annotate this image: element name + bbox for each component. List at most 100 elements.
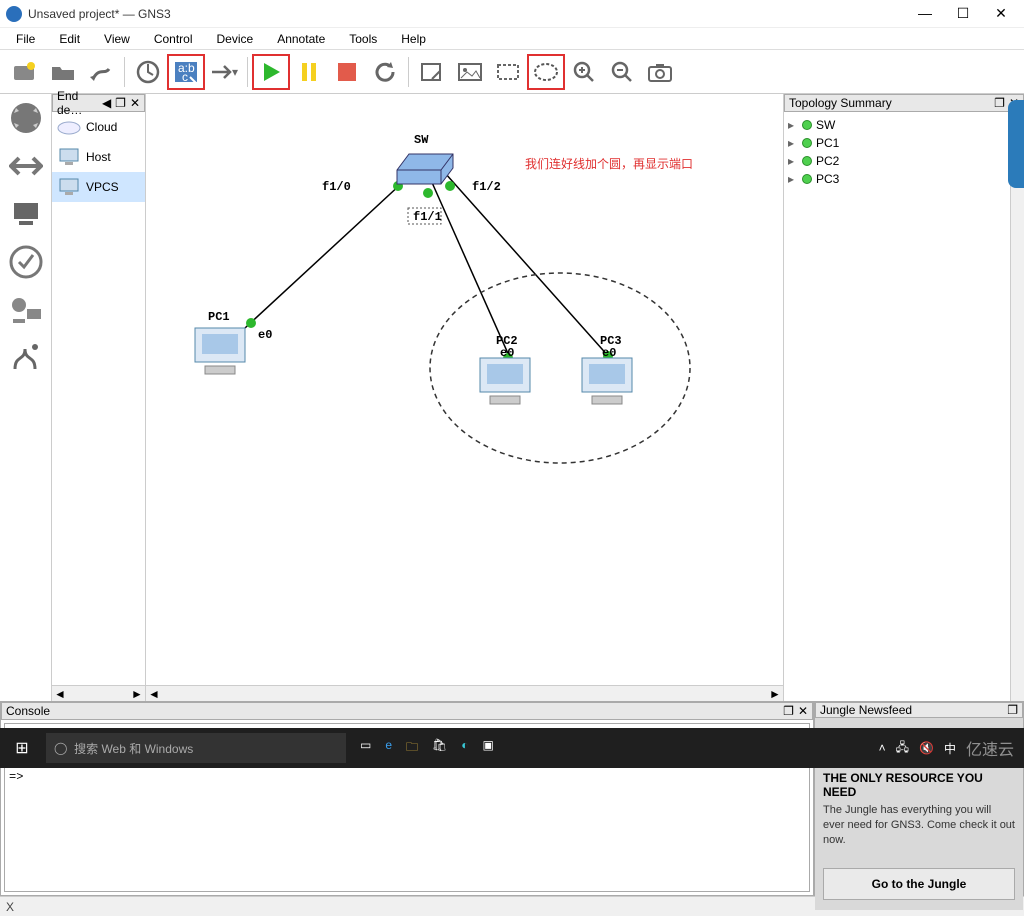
menu-control[interactable]: Control: [144, 30, 203, 48]
svg-text:f1/0: f1/0: [322, 180, 351, 194]
menu-device[interactable]: Device: [207, 30, 264, 48]
svg-text:f1/1: f1/1: [413, 210, 442, 224]
snapshot-button[interactable]: [641, 54, 679, 90]
device-cloud[interactable]: Cloud: [52, 112, 145, 142]
topology-vscroll[interactable]: [1010, 112, 1024, 701]
jungle-header: Jungle Newsfeed❐: [815, 702, 1023, 718]
taskbar-search[interactable]: ◯ 搜索 Web 和 Windows: [46, 733, 346, 763]
topology-tree[interactable]: ▸SW ▸PC1 ▸PC2 ▸PC3: [784, 112, 1010, 701]
tray-up-icon[interactable]: ˄: [879, 741, 886, 755]
all-devices-category-icon[interactable]: [6, 290, 46, 330]
topology-summary-panel: Topology Summary ❐✕ ▸SW ▸PC1 ▸PC2 ▸PC3: [784, 94, 1024, 701]
windows-taskbar[interactable]: ⊞ ◯ 搜索 Web 和 Windows ▭ e 🗀 🛍 ◐ ▣ ˄ 🖧 🔇 中…: [0, 728, 1024, 768]
panel-undock-icon[interactable]: ◀: [102, 96, 111, 110]
svg-text:SW: SW: [414, 133, 429, 147]
topology-summary-header: Topology Summary ❐✕: [784, 94, 1024, 112]
start-button[interactable]: ⊞: [0, 738, 44, 758]
watermark: 亿速云: [966, 736, 1014, 760]
minimize-button[interactable]: —: [916, 5, 934, 22]
reload-button[interactable]: [129, 54, 167, 90]
rect-button[interactable]: [489, 54, 527, 90]
switches-category-icon[interactable]: [6, 146, 46, 186]
new-project-button[interactable]: [6, 54, 44, 90]
canvas-hscroll[interactable]: ◄►: [146, 685, 783, 701]
svg-text:c: c: [182, 70, 188, 84]
menu-help[interactable]: Help: [391, 30, 436, 48]
zoom-in-button[interactable]: [565, 54, 603, 90]
panel-float-icon[interactable]: ❐: [115, 96, 126, 110]
ellipse-button[interactable]: [527, 54, 565, 90]
vpcs-icon: [56, 176, 82, 198]
status-dot-icon: [802, 120, 812, 130]
titlebar: Unsaved project* — GNS3 — ☐ ✕: [0, 0, 1024, 28]
status-dot-icon: [802, 174, 812, 184]
device-vpcs[interactable]: VPCS: [52, 172, 145, 202]
restart-button[interactable]: [366, 54, 404, 90]
jungle-headline: THE ONLY RESOURCE YOU NEED: [823, 771, 1015, 799]
end-devices-header: End de… ◀❐✕: [52, 94, 145, 112]
menu-view[interactable]: View: [94, 30, 140, 48]
zoom-out-button[interactable]: [603, 54, 641, 90]
network-icon[interactable]: 🖧: [896, 738, 909, 759]
note-button[interactable]: [413, 54, 451, 90]
end-devices-category-icon[interactable]: [6, 194, 46, 234]
close-button[interactable]: ✕: [992, 5, 1010, 22]
menu-annotate[interactable]: Annotate: [267, 30, 335, 48]
window-title: Unsaved project* — GNS3: [28, 7, 908, 21]
node-pc2: [480, 358, 530, 404]
device-host[interactable]: Host: [52, 142, 145, 172]
go-to-jungle-button[interactable]: Go to the Jungle: [823, 868, 1015, 900]
topology-item-pc1[interactable]: ▸PC1: [788, 134, 1006, 152]
svg-text:e0: e0: [258, 328, 272, 342]
routers-category-icon[interactable]: [6, 98, 46, 138]
ime-icon[interactable]: 中: [944, 740, 956, 757]
topology-item-sw[interactable]: ▸SW: [788, 116, 1006, 134]
status-dot-icon: [802, 156, 812, 166]
topology-canvas[interactable]: SW f1/0 f1/1 f1/2 PC1 e0 PC2 e0 PC3 e0 我…: [150, 98, 783, 685]
arrow-button[interactable]: ▾: [205, 54, 243, 90]
app-logo-icon: [6, 6, 22, 22]
svg-text:e0: e0: [602, 346, 616, 360]
node-pc1: [195, 328, 245, 374]
panel-close-icon[interactable]: ✕: [798, 704, 808, 718]
terminal-icon[interactable]: ▣: [483, 738, 494, 759]
end-devices-hscroll[interactable]: ◄►: [52, 685, 145, 701]
topology-canvas-panel: SW f1/0 f1/1 f1/2 PC1 e0 PC2 e0 PC3 e0 我…: [146, 94, 784, 701]
end-devices-panel: End de… ◀❐✕ Cloud Host VPCS ◄►: [52, 94, 146, 701]
menu-file[interactable]: File: [6, 30, 45, 48]
svg-text:f1/2: f1/2: [472, 180, 501, 194]
panel-float-icon[interactable]: ❐: [1007, 703, 1018, 717]
node-pc3: [582, 358, 632, 404]
panel-float-icon[interactable]: ❐: [994, 96, 1005, 110]
task-view-icon[interactable]: ▭: [360, 738, 371, 759]
open-button[interactable]: [44, 54, 82, 90]
browser-icon[interactable]: ◐: [461, 738, 468, 759]
store-icon[interactable]: 🛍: [432, 738, 447, 759]
explorer-icon[interactable]: 🗀: [406, 738, 418, 759]
menu-tools[interactable]: Tools: [339, 30, 387, 48]
menubar: File Edit View Control Device Annotate T…: [0, 28, 1024, 50]
pause-button[interactable]: [290, 54, 328, 90]
panel-close-icon[interactable]: ✕: [130, 96, 140, 110]
canvas-annotation: 我们连好线加个圆，再显示端口: [525, 156, 693, 172]
edge-icon[interactable]: e: [385, 738, 392, 759]
maximize-button[interactable]: ☐: [954, 5, 972, 22]
side-tab[interactable]: [1008, 100, 1024, 188]
main-toolbar: a:bc ▾: [0, 50, 1024, 94]
security-devices-category-icon[interactable]: [6, 242, 46, 282]
host-icon: [56, 146, 82, 168]
topology-item-pc3[interactable]: ▸PC3: [788, 170, 1006, 188]
panel-float-icon[interactable]: ❐: [783, 704, 794, 718]
image-button[interactable]: [451, 54, 489, 90]
play-button[interactable]: [252, 54, 290, 90]
menu-edit[interactable]: Edit: [49, 30, 90, 48]
show-labels-button[interactable]: a:bc: [167, 54, 205, 90]
svg-text:e0: e0: [500, 346, 514, 360]
volume-icon[interactable]: 🔇: [919, 741, 934, 755]
stop-button[interactable]: [328, 54, 366, 90]
console-header: Console ❐✕: [1, 702, 813, 720]
status-dot-icon: [802, 138, 812, 148]
topology-item-pc2[interactable]: ▸PC2: [788, 152, 1006, 170]
add-link-icon[interactable]: [6, 338, 46, 378]
save-button[interactable]: [82, 54, 120, 90]
